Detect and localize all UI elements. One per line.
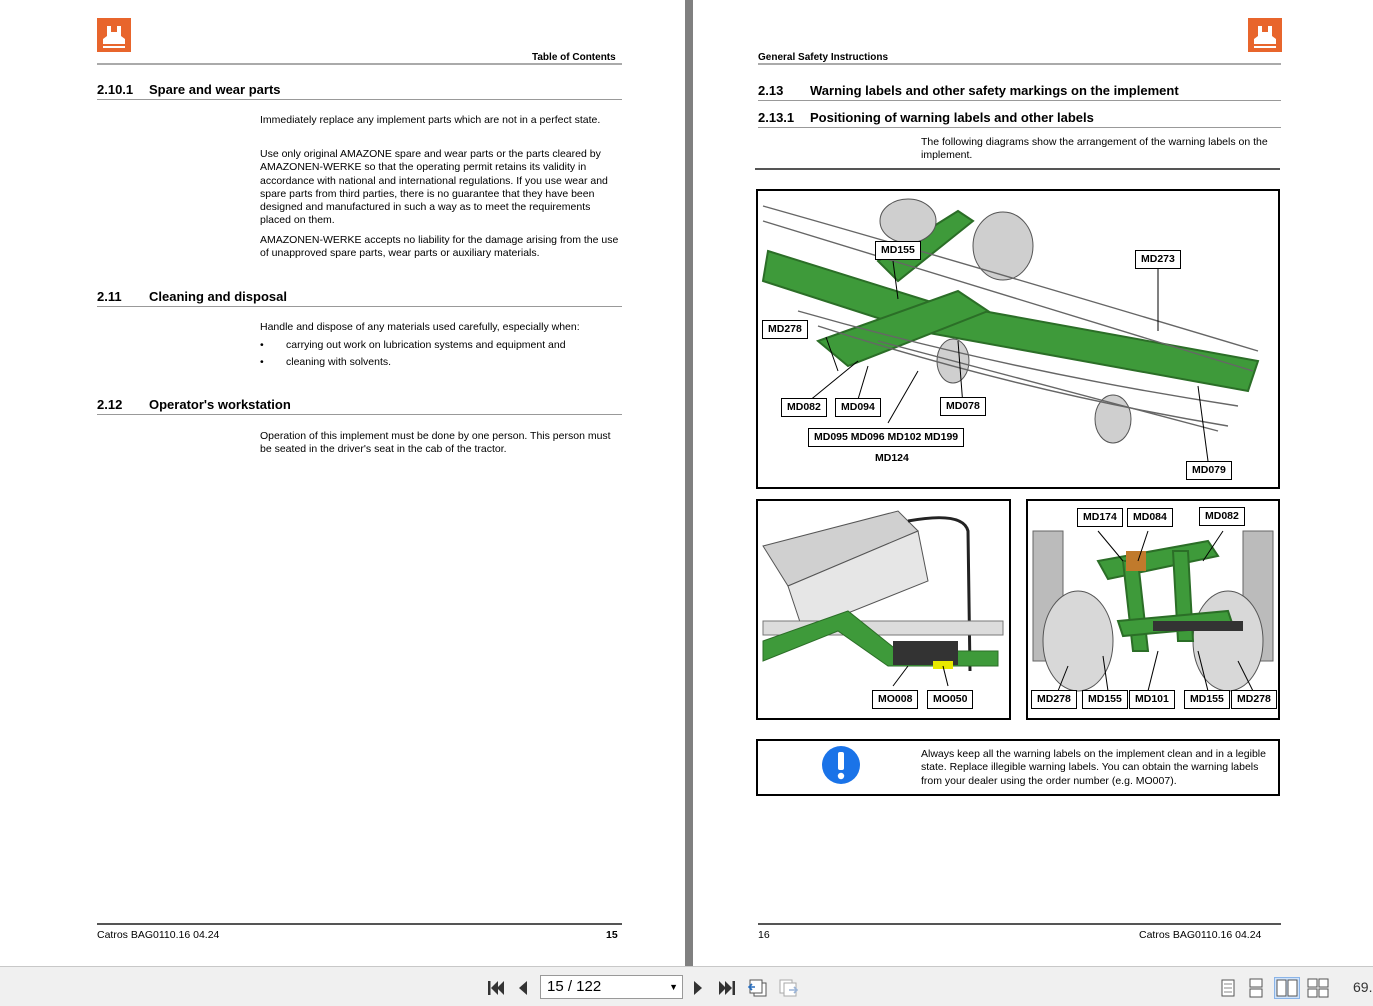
section-rule [97, 414, 622, 415]
next-page-button[interactable] [690, 977, 706, 999]
single-page-view-button[interactable] [1218, 977, 1238, 999]
list-item: • carrying out work on lubrication system… [260, 339, 566, 351]
previous-view-icon [747, 979, 767, 997]
continuous-facing-icon [1307, 978, 1329, 998]
intro-text: The following diagrams show the arrangem… [921, 136, 1268, 162]
right-page: General Safety Instructions 2.13 Warning … [693, 0, 1373, 966]
next-view-button[interactable] [776, 977, 800, 999]
warning-label-tag: MD278 [762, 320, 808, 339]
section-rule [97, 99, 622, 100]
facing-pages-icon [1276, 979, 1298, 997]
note-text: Always keep all the warning labels on th… [921, 748, 1266, 787]
hopper-detail-figure: MO008 MO050 [756, 499, 1011, 720]
header-title: General Safety Instructions [758, 52, 889, 63]
paragraph: Operation of this implement must be done… [260, 430, 611, 456]
section-heading: 2.11 Cleaning and disposal [97, 289, 287, 304]
warning-label-tag: MD278 [1231, 690, 1277, 709]
section-rule [758, 100, 1281, 101]
header-rule [758, 63, 1281, 65]
warning-label-tag: MD155 [1082, 690, 1128, 709]
single-page-icon [1221, 979, 1235, 997]
last-page-button[interactable] [716, 977, 738, 999]
facing-pages-view-button[interactable] [1274, 977, 1300, 999]
previous-view-button[interactable] [746, 977, 770, 999]
section-heading: 2.13 Warning labels and other safety mark… [758, 83, 1179, 98]
warning-label-tag: MD155 [875, 241, 921, 260]
first-page-button[interactable] [485, 977, 507, 999]
warning-label-tag: MD084 [1127, 508, 1173, 527]
info-exclamation-icon [822, 746, 860, 784]
warning-label-tag: MD155 [1184, 690, 1230, 709]
footer-rule [758, 923, 1281, 925]
rear-view-illustration [1032, 530, 1274, 692]
implement-overview-figure: MD155 MD273 MD278 MD082 MD094 MD078 MD09… [756, 189, 1280, 489]
warning-label-tag: MD273 [1135, 250, 1181, 269]
continuous-view-button[interactable] [1246, 977, 1266, 999]
amazone-logo [1248, 18, 1282, 52]
warning-label-tag: MD124 [875, 452, 909, 464]
section-heading: 2.10.1 Spare and wear parts [97, 82, 281, 97]
paragraph: Immediately replace any implement parts … [260, 114, 601, 126]
warning-label-tag: MD278 [1031, 690, 1077, 709]
list-item: • cleaning with solvents. [260, 356, 392, 368]
page-number-select[interactable]: 15 / 122 ▼ [540, 975, 683, 999]
amazone-logo [97, 18, 131, 52]
warning-label-tag: MD094 [835, 398, 881, 417]
section-heading: 2.13.1 Positioning of warning labels and … [758, 110, 1094, 125]
header-rule [97, 63, 622, 65]
warning-label-tag: MD082 [1199, 507, 1245, 526]
paragraph: Handle and dispose of any materials used… [260, 321, 580, 333]
previous-page-button[interactable] [515, 977, 531, 999]
rear-view-figure: MD174 MD084 MD082 MD278 MD155 MD101 MD15… [1026, 499, 1280, 720]
section-rule [97, 306, 622, 307]
warning-label-tag: MD095 MD096 MD102 MD199 [808, 428, 965, 447]
warning-label-tag: MO050 [927, 690, 974, 709]
page-number: 16 [758, 929, 770, 941]
paragraph: Use only original AMAZONE spare and wear… [260, 148, 608, 227]
warning-label-tag: MD082 [781, 398, 827, 417]
header-title: Table of Contents [532, 52, 616, 63]
warning-label-tag: MD174 [1077, 508, 1123, 527]
warning-label-tag: MO008 [872, 690, 919, 709]
last-page-icon [719, 981, 735, 995]
footer-doc-id: Catros BAG0110.16 04.24 [1139, 929, 1262, 941]
zoom-level[interactable]: 69. [1353, 979, 1372, 995]
next-view-icon [779, 979, 799, 997]
footer-rule [97, 923, 622, 925]
viewer-toolbar: 15 / 122 ▼ 69. [0, 966, 1373, 1006]
section-heading: 2.12 Operator's workstation [97, 397, 291, 412]
section-rule [758, 127, 1281, 128]
footer-doc-id: Catros BAG0110.16 04.24 [97, 929, 220, 941]
paragraph: AMAZONEN-WERKE accepts no liability for … [260, 234, 619, 260]
page-number: 15 [606, 929, 618, 941]
previous-page-icon [519, 981, 527, 995]
chevron-down-icon: ▼ [669, 982, 678, 992]
continuous-facing-view-button[interactable] [1306, 977, 1330, 999]
separator-rule [755, 168, 1280, 170]
warning-label-tag: MD101 [1129, 690, 1175, 709]
warning-label-tag: MD079 [1186, 461, 1232, 480]
hopper-illustration [762, 510, 1004, 687]
warning-label-tag: MD078 [940, 397, 986, 416]
next-page-icon [694, 981, 702, 995]
left-page: Table of Contents 2.10.1 Spare and wear p… [0, 0, 685, 966]
continuous-page-icon [1249, 978, 1263, 998]
info-note: Always keep all the warning labels on th… [756, 739, 1280, 796]
first-page-icon [488, 981, 504, 995]
